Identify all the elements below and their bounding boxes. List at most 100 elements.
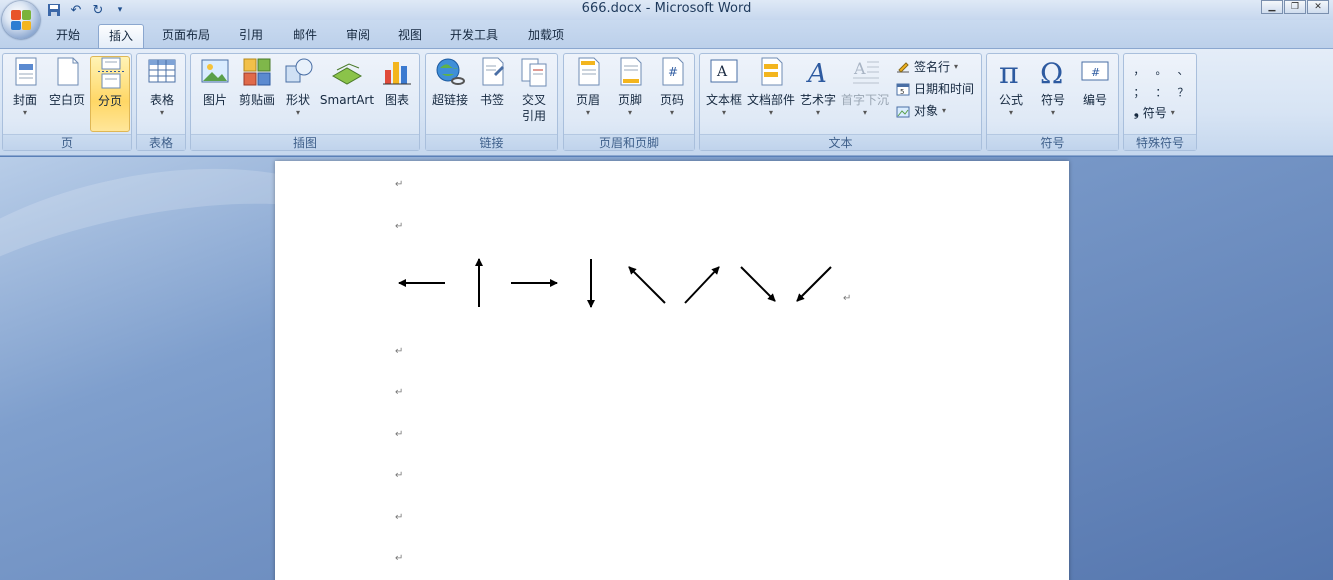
object-icon [896, 104, 910, 118]
cover-page-button[interactable]: 封面 ▾ [7, 56, 43, 118]
footer-button[interactable]: 页脚 ▾ [612, 56, 648, 118]
special-char[interactable]: 。 [1150, 62, 1172, 78]
down-left-arrow-icon [796, 266, 832, 302]
equation-label: 公式 [998, 93, 1023, 107]
chevron-down-icon: ▾ [954, 62, 959, 71]
special-char[interactable]: ？ [1172, 84, 1194, 100]
svg-text:Ω: Ω [1040, 57, 1063, 88]
smartart-button[interactable]: SmartArt [319, 56, 375, 108]
group-header-footer: 页眉 ▾ 页脚 ▾ # 页码 ▾ 页眉和页脚 [563, 53, 695, 151]
office-button[interactable] [2, 1, 40, 39]
chevron-down-icon: ▾ [768, 108, 773, 117]
numbering-button[interactable]: # 编号 [1077, 56, 1113, 108]
numbering-icon: # [1079, 56, 1111, 88]
close-button[interactable]: ✕ [1307, 0, 1329, 14]
save-icon[interactable] [46, 2, 62, 18]
drop-cap-button[interactable]: A 首字下沉 ▾ [840, 56, 890, 118]
svg-text:A: A [853, 59, 866, 78]
smartart-icon [331, 56, 363, 88]
special-symbol-button[interactable]: ❟ 符号 ▾ [1134, 104, 1175, 121]
hyperlink-label: 超链接 [431, 93, 468, 107]
special-char[interactable]: 、 [1172, 62, 1194, 78]
chevron-down-icon: ▾ [669, 108, 674, 117]
equation-button[interactable]: π 公式 ▾ [993, 56, 1029, 118]
group-text-label: 文本 [700, 134, 981, 150]
arrow-row: ↵ [398, 258, 851, 308]
document-page[interactable]: ↵ ↵ ↵ ↵ ↵ ↵ ↵ ↵ ↵ [275, 161, 1069, 580]
group-symbols: π 公式 ▾ Ω 符号 ▾ # 编号 符号 [986, 53, 1119, 151]
restore-button[interactable]: ❐ [1284, 0, 1306, 14]
paragraph-mark: ↵ [395, 429, 404, 440]
page-break-button[interactable]: 分页 [90, 56, 130, 132]
clip-art-button[interactable]: 剪贴画 [237, 56, 277, 108]
tab-addins[interactable]: 加载项 [518, 24, 574, 48]
header-button[interactable]: 页眉 ▾ [570, 56, 606, 118]
pi-icon: π [995, 56, 1027, 91]
quick-access-toolbar: ↶ ↻ ▾ [46, 1, 128, 19]
tab-mailings[interactable]: 邮件 [283, 24, 327, 48]
quick-parts-icon [755, 56, 787, 88]
paragraph-mark: ↵ [843, 293, 851, 304]
tab-references[interactable]: 引用 [229, 24, 273, 48]
text-box-button[interactable]: A 文本框 ▾ [704, 56, 744, 118]
group-links-label: 链接 [426, 134, 557, 150]
header-label: 页眉 [575, 93, 600, 107]
wordart-button[interactable]: A 艺术字 ▾ [798, 56, 838, 118]
cover-page-label: 封面 [12, 93, 37, 107]
signature-line-button[interactable]: 签名行 ▾ [896, 58, 958, 75]
cross-reference-button[interactable]: 交叉 引用 [514, 56, 554, 124]
paragraph-mark: ↵ [395, 221, 404, 232]
bookmark-button[interactable]: 书签 [474, 56, 510, 108]
tab-page-layout[interactable]: 页面布局 [154, 24, 218, 48]
quick-parts-button[interactable]: 文档部件 ▾ [746, 56, 796, 118]
tab-home[interactable]: 开始 [48, 24, 88, 48]
footer-icon [614, 56, 646, 88]
tab-review[interactable]: 审阅 [336, 24, 380, 48]
redo-icon[interactable]: ↻ [90, 2, 106, 18]
blank-page-icon [51, 56, 83, 88]
special-char[interactable]: ； [1128, 84, 1150, 100]
hyperlink-button[interactable]: 超链接 [430, 56, 470, 108]
text-box-label: 文本框 [705, 93, 742, 107]
group-page: 封面 ▾ 空白页 分页 页 [2, 53, 132, 151]
minimize-button[interactable]: ▁ [1261, 0, 1283, 14]
tab-view[interactable]: 视图 [388, 24, 432, 48]
special-char[interactable]: ， [1128, 62, 1150, 78]
shapes-icon [282, 56, 314, 88]
chevron-down-icon: ▾ [1170, 108, 1175, 117]
special-chars-grid: ， 。 、 ； ： ？ [1128, 62, 1194, 100]
page-break-label: 分页 [97, 94, 122, 108]
picture-button[interactable]: 图片 [197, 56, 233, 108]
table-button[interactable]: 表格 ▾ [143, 56, 181, 118]
comma-icon: ❟ [1134, 105, 1139, 119]
object-button[interactable]: 对象 ▾ [896, 102, 946, 119]
cross-reference-label-2: 引用 [521, 109, 546, 123]
blank-page-button[interactable]: 空白页 [45, 56, 89, 108]
svg-text:#: # [668, 65, 678, 79]
chart-label: 图表 [384, 93, 409, 107]
chevron-down-icon: ▾ [815, 108, 820, 117]
group-header-footer-label: 页眉和页脚 [564, 134, 694, 150]
date-time-icon: 5 [896, 82, 910, 96]
document-area[interactable]: ↵ ↵ ↵ ↵ ↵ ↵ ↵ ↵ ↵ [0, 157, 1333, 580]
group-illustrations: 图片 剪贴画 形状 ▾ SmartArt 图表 插图 [190, 53, 420, 151]
date-time-button[interactable]: 5 日期和时间 [896, 80, 974, 97]
omega-icon: Ω [1037, 56, 1069, 90]
symbol-button[interactable]: Ω 符号 ▾ [1035, 56, 1071, 118]
page-number-icon: # [656, 56, 688, 88]
numbering-label: 编号 [1082, 93, 1107, 107]
title-bar: 666.docx - Microsoft Word ▁ ❐ ✕ [0, 0, 1333, 20]
special-char[interactable]: ： [1150, 84, 1172, 100]
customize-icon[interactable]: ▾ [112, 2, 128, 18]
undo-icon[interactable]: ↶ [68, 2, 84, 18]
up-right-arrow-icon [684, 266, 720, 304]
chart-button[interactable]: 图表 [379, 56, 415, 108]
group-text: A 文本框 ▾ 文档部件 ▾ A 艺术字 ▾ A 首字下沉 ▾ 签名行 ▾ 5 … [699, 53, 982, 151]
window-title: 666.docx - Microsoft Word [581, 1, 752, 16]
page-number-button[interactable]: # 页码 ▾ [654, 56, 690, 118]
tab-developer[interactable]: 开发工具 [442, 24, 506, 48]
tab-insert[interactable]: 插入 [98, 24, 144, 48]
text-box-icon: A [708, 56, 740, 88]
shapes-button[interactable]: 形状 ▾ [281, 56, 315, 118]
chevron-down-icon: ▾ [1008, 108, 1013, 117]
